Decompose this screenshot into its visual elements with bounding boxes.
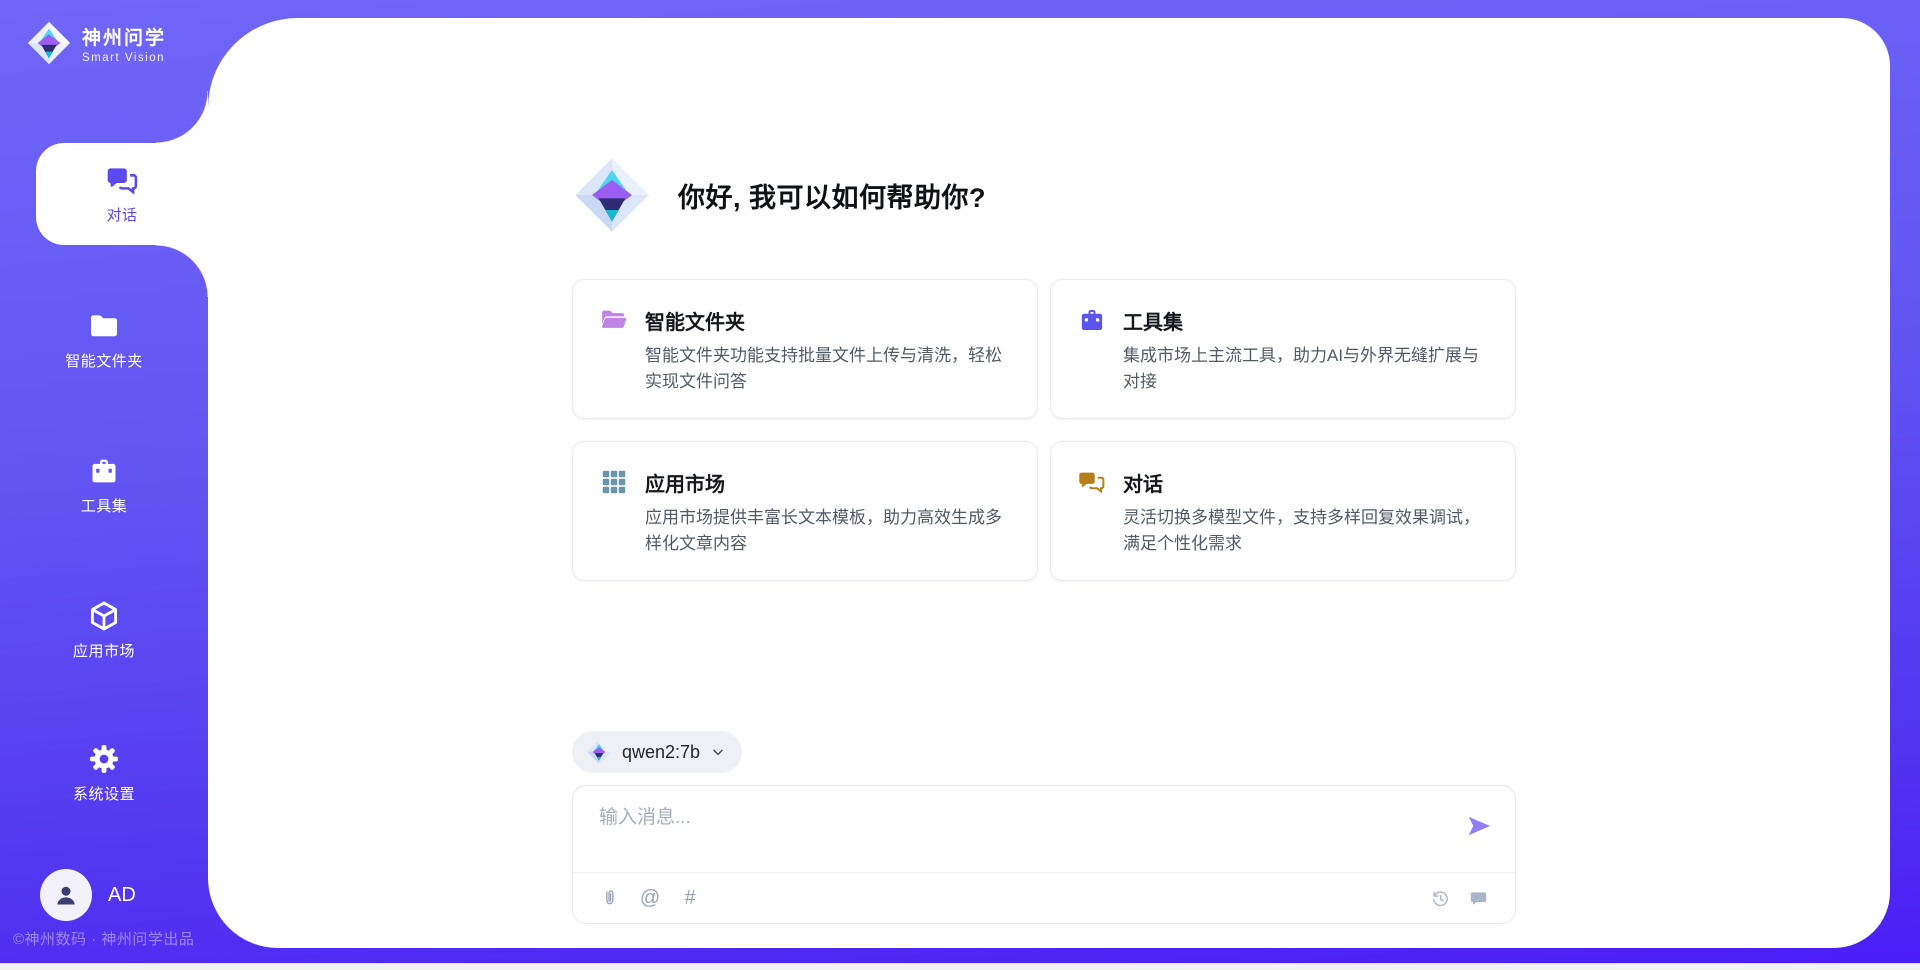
sidebar-item-label: 智能文件夹 [65, 350, 143, 371]
card-chat[interactable]: 对话 灵活切换多模型文件，支持多样回复效果调试，满足个性化需求 [1050, 441, 1516, 581]
mention-icon[interactable]: @ [639, 887, 661, 909]
message-input-box: @ # [572, 785, 1516, 924]
person-icon [51, 880, 81, 910]
sidebar-item-chat[interactable]: 对话 [36, 143, 208, 245]
input-tools-right [1429, 887, 1489, 909]
feedback-bubble-icon[interactable] [1467, 887, 1489, 909]
card-title: 对话 [1123, 468, 1163, 497]
card-title: 应用市场 [645, 468, 725, 497]
history-icon[interactable] [1429, 887, 1451, 909]
folder-icon [87, 309, 121, 343]
model-selector[interactable]: qwen2:7b [572, 731, 742, 773]
chevron-down-icon [710, 744, 726, 760]
card-desc: 灵活切换多模型文件，支持多样回复效果调试，满足个性化需求 [1123, 505, 1489, 557]
chat-bubbles-icon [105, 163, 139, 197]
briefcase-icon [87, 454, 121, 488]
card-desc: 智能文件夹功能支持批量文件上传与清洗，轻松实现文件问答 [645, 343, 1011, 395]
user-account[interactable]: AD [40, 869, 136, 921]
card-toolset[interactable]: 工具集 集成市场上主流工具，助力AI与外界无缝扩展与对接 [1050, 279, 1516, 419]
sidebar-item-settings[interactable]: 系统设置 [0, 723, 208, 823]
card-title: 智能文件夹 [645, 306, 745, 335]
main-panel: 你好, 我可以如何帮助你? 智能文件夹 智能文件夹功能支持批量文件上传与清洗，轻… [208, 18, 1890, 948]
page-scrollbar[interactable] [0, 963, 1920, 970]
main-content: 你好, 我可以如何帮助你? 智能文件夹 智能文件夹功能支持批量文件上传与清洗，轻… [572, 147, 1516, 924]
feature-cards: 智能文件夹 智能文件夹功能支持批量文件上传与清洗，轻松实现文件问答 工具集 集成… [572, 279, 1516, 581]
paperclip-icon[interactable] [599, 887, 621, 909]
card-smart-folder[interactable]: 智能文件夹 智能文件夹功能支持批量文件上传与清洗，轻松实现文件问答 [572, 279, 1038, 419]
card-app-market[interactable]: 应用市场 应用市场提供丰富长文本模板，助力高效生成多样化文章内容 [572, 441, 1038, 581]
sidebar-item-toolset[interactable]: 工具集 [0, 435, 208, 535]
brand-name-cn: 神州问学 [82, 23, 166, 50]
grid-icon [599, 467, 629, 497]
input-tools-left: @ # [599, 887, 701, 909]
user-name: AD [108, 884, 136, 907]
brand-logo: 神州问学 Smart Vision [26, 20, 166, 66]
sidebar-item-label: 对话 [106, 204, 137, 225]
folder-open-icon [599, 305, 629, 335]
sidebar-item-app-market[interactable]: 应用市场 [0, 580, 208, 680]
copyright-text: ©神州数码 · 神州问学出品 [13, 928, 194, 949]
sidebar-item-smart-folder[interactable]: 智能文件夹 [0, 290, 208, 390]
card-desc: 集成市场上主流工具，助力AI与外界无缝扩展与对接 [1123, 343, 1489, 395]
avatar [40, 869, 92, 921]
send-icon[interactable] [1465, 812, 1493, 840]
input-divider [573, 872, 1515, 873]
cube-icon [87, 599, 121, 633]
gem-diamond-icon [26, 20, 72, 66]
greeting-title: 你好, 我可以如何帮助你? [678, 176, 986, 215]
card-title: 工具集 [1123, 306, 1183, 335]
chat-duo-icon [1077, 467, 1107, 497]
brand-name-en: Smart Vision [82, 52, 166, 64]
gem-diamond-icon [586, 739, 612, 765]
model-name: qwen2:7b [622, 742, 700, 763]
sidebar: 神州问学 Smart Vision 对话 智能文件夹 工具集 应用市场 [0, 0, 208, 970]
sidebar-item-label: 系统设置 [73, 783, 135, 804]
sidebar-item-label: 工具集 [81, 495, 128, 516]
sidebar-item-label: 应用市场 [73, 640, 135, 661]
gear-icon [87, 742, 121, 776]
gem-diamond-icon [572, 155, 652, 235]
toolbox-icon [1077, 305, 1107, 335]
hash-icon[interactable]: # [679, 887, 701, 909]
message-input[interactable] [599, 802, 1445, 864]
card-desc: 应用市场提供丰富长文本模板，助力高效生成多样化文章内容 [645, 505, 1011, 557]
greeting-row: 你好, 我可以如何帮助你? [572, 147, 1516, 243]
